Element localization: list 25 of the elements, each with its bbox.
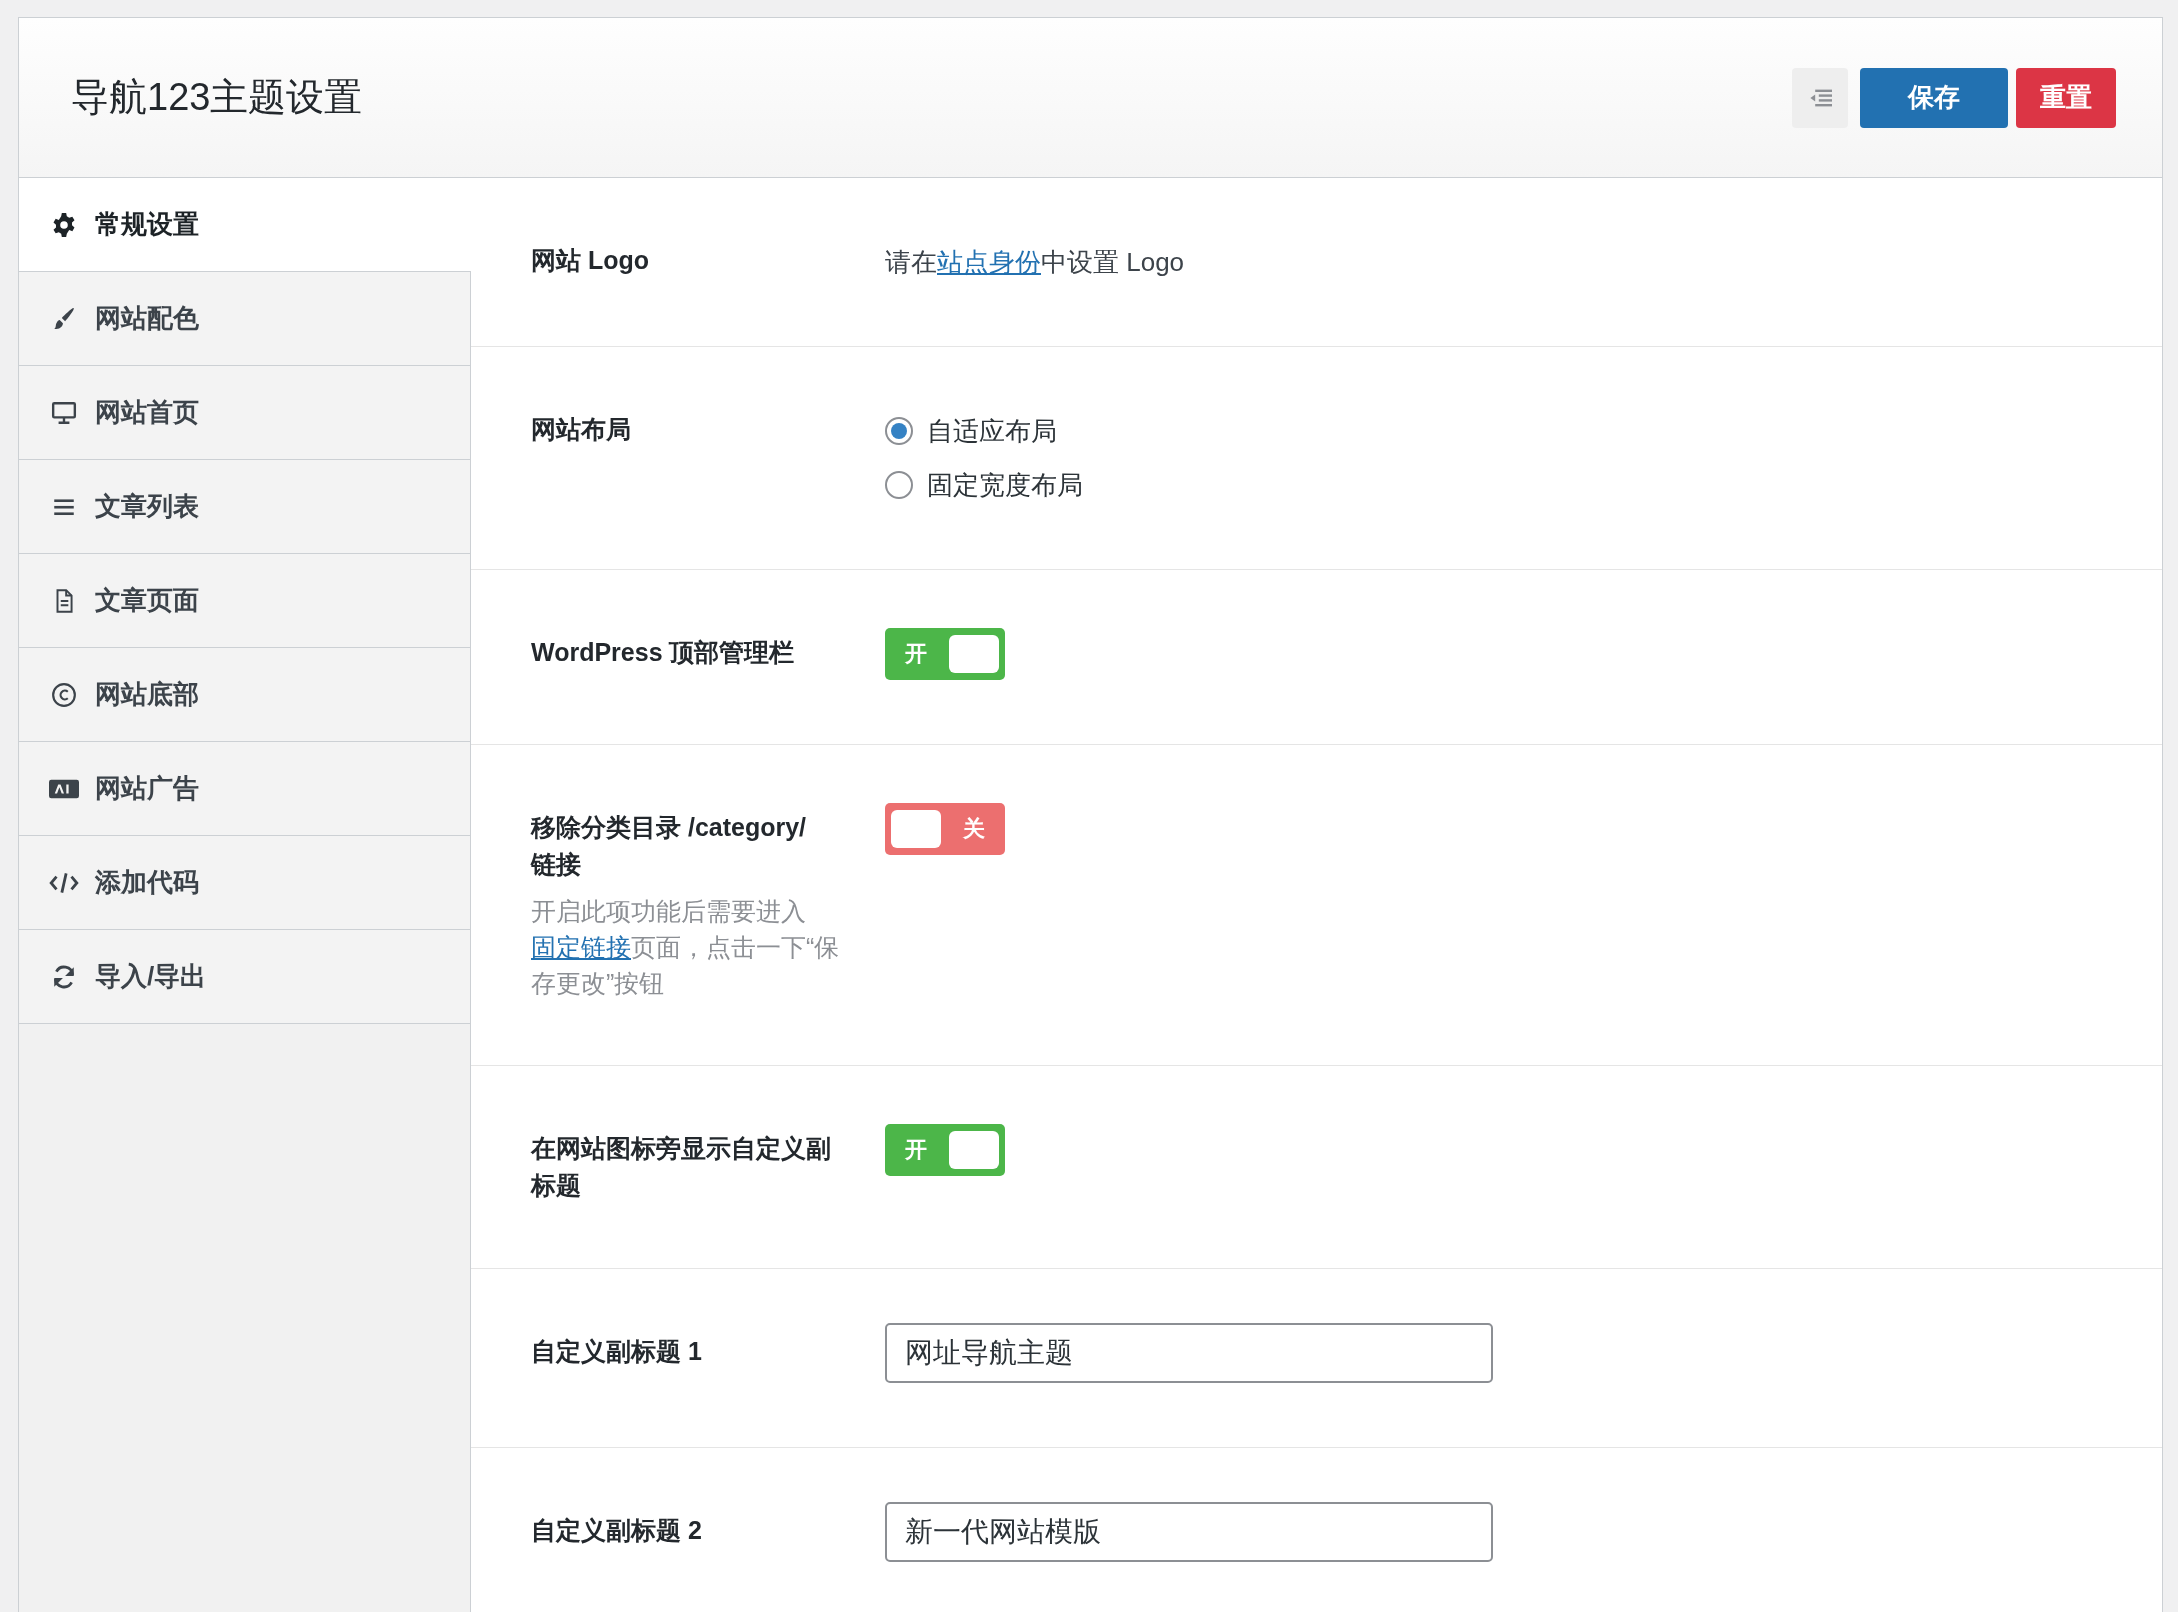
setting-label: 自定义副标题 1 [531,1336,703,1367]
radio-button[interactable] [885,471,913,499]
setting-label: 网站布局 [531,414,632,445]
text-input[interactable]: 网址导航主题 [885,1323,1493,1383]
radio-label[interactable]: 固定宽度布局 [927,465,1083,505]
setting-label: 移除分类目录 /category/ 链接 [531,812,808,880]
save-button[interactable]: 保存 [1860,67,2008,128]
site-identity-link[interactable]: 站点身份 [937,247,1041,277]
text-input[interactable]: 新一代网站模版 [885,1502,1493,1562]
permalink-link[interactable]: 固定链接 [531,933,631,961]
indent-icon [1808,87,1832,108]
setting-label: 自定义副标题 2 [531,1515,703,1546]
setting-label: WordPress 顶部管理栏 [531,637,796,668]
setting-label: 在网站图标旁显示自定义副标题 [531,1133,832,1201]
monitor-icon [49,399,79,426]
radio-button[interactable] [885,417,913,445]
copyright-icon [49,681,79,708]
reset-button[interactable]: 重置 [2016,67,2116,128]
setting-label: 网站 Logo [531,245,651,276]
radio-label[interactable]: 自适应布局 [927,411,1057,451]
page-title: 导航123主题设置 [71,75,363,120]
sidebar-item[interactable]: 常规设置 [19,178,471,272]
collapse-button[interactable] [1792,67,1848,128]
help-text: 开启此项功能后需要进入 固定链接页面，点击一下“保存更改”按钮 [531,896,841,999]
setting-text: 请在站点身份中设置 Logo [885,246,1186,279]
